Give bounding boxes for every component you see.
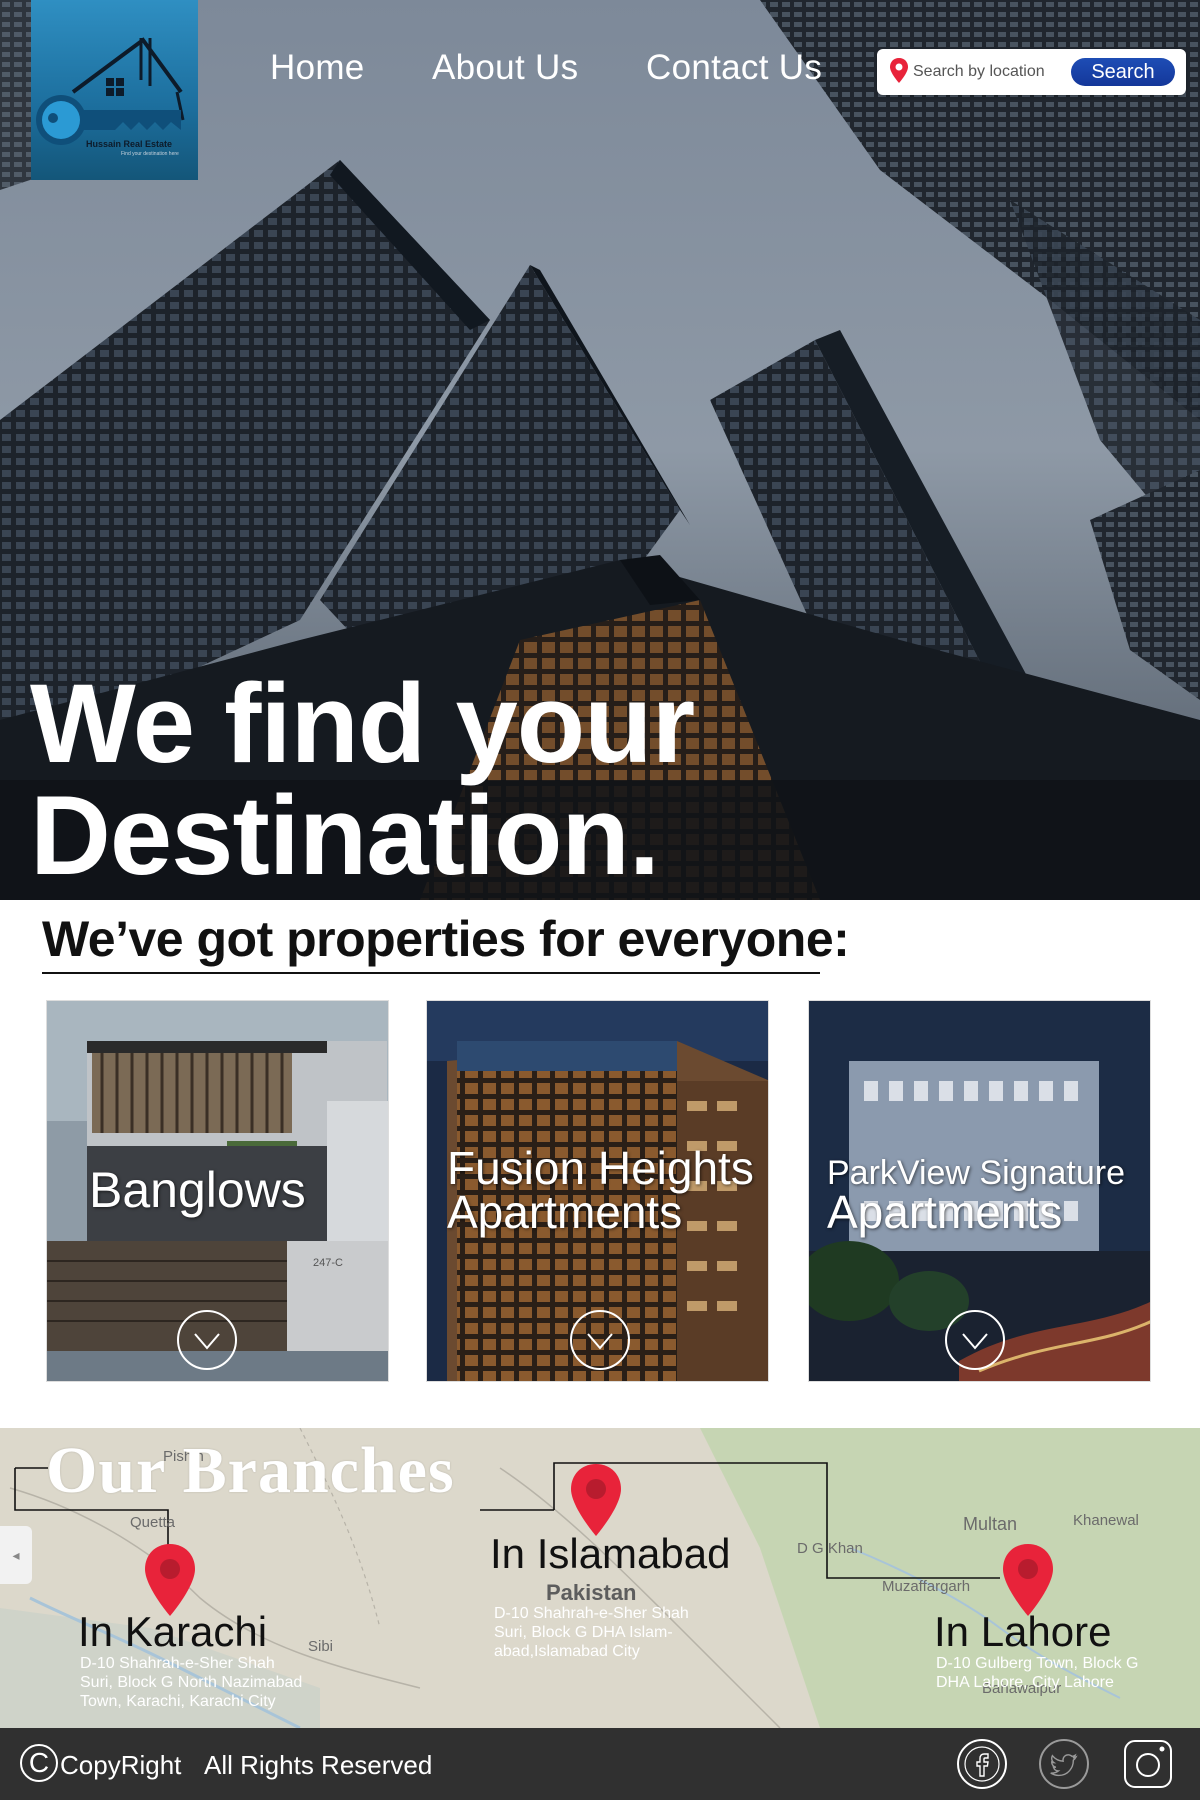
map-label-quetta: Quetta <box>130 1514 176 1531</box>
nav-about-us-link[interactable]: About Us <box>432 48 578 88</box>
hero-headline-line2: Destination. <box>30 773 660 898</box>
facebook-icon <box>957 1739 1007 1789</box>
site-footer: C CopyRight All Rights Reserved <box>0 1728 1200 1800</box>
copyright-icon: C <box>20 1744 58 1782</box>
location-pin-icon <box>890 58 908 83</box>
property-card-fusion-heights[interactable]: Fusion Heights Apartments <box>426 1000 769 1382</box>
branch-address-islamabad: D-10 Shahrah-e-Sher Shah Suri, Block G D… <box>494 1605 689 1660</box>
branch-address-lahore: D-10 Gulberg Town, Block G DHA Lahore, C… <box>936 1655 1139 1691</box>
hero-headline-line1: We find your <box>30 661 695 786</box>
branches-section: ◂ Pishin Quetta Sibi Pakistan D G Khan M… <box>0 1428 1200 1728</box>
map-label-country: Pakistan <box>546 1580 637 1605</box>
nav-contact-us-link[interactable]: Contact Us <box>646 48 822 88</box>
instagram-link[interactable] <box>1122 1738 1174 1790</box>
twitter-icon <box>1039 1739 1089 1789</box>
branch-name-islamabad: In Islamabad <box>490 1530 731 1577</box>
map-label-multan: Multan <box>963 1514 1018 1534</box>
properties-heading: We’ve got properties for everyone: <box>42 911 850 967</box>
map-label-khanewal: Khanewal <box>1073 1512 1139 1529</box>
map-label-sibi: Sibi <box>308 1638 334 1655</box>
company-logo[interactable]: Hussain Real Estate Find your destinatio… <box>31 0 198 180</box>
instagram-icon <box>1124 1740 1172 1788</box>
card-title-line2: Apartments <box>827 1186 1063 1238</box>
search-location-input[interactable] <box>913 58 1073 86</box>
property-card-banglows[interactable]: 247-C Banglows <box>46 1000 389 1382</box>
branch-name-karachi: In Karachi <box>78 1608 268 1655</box>
nav-home-link[interactable]: Home <box>270 48 365 88</box>
logo-tagline: Find your destination here <box>121 151 179 157</box>
expand-parkview-signature-button[interactable] <box>945 1310 1005 1370</box>
card-title: ParkView Signature Apartments <box>827 1156 1125 1235</box>
card-title: Banglows <box>89 1162 306 1218</box>
map-pin-icon[interactable] <box>1000 1542 1056 1618</box>
search-button[interactable]: Search <box>1071 58 1175 86</box>
card-title-line2: Apartments <box>447 1186 683 1238</box>
branches-heading: Our Branches <box>46 1434 455 1507</box>
map-pin-icon[interactable] <box>568 1462 624 1538</box>
expand-banglows-button[interactable] <box>177 1310 237 1370</box>
twitter-link[interactable] <box>1038 1738 1090 1790</box>
map-label-dgkhan: D G Khan <box>797 1540 863 1557</box>
facebook-link[interactable] <box>956 1738 1008 1790</box>
map-pin-icon[interactable] <box>142 1542 198 1618</box>
house-number-plate: 247-C <box>313 1257 343 1269</box>
chevron-down-icon <box>587 1333 613 1350</box>
hero-headline: We find your Destination. <box>30 668 930 892</box>
map-collapse-button[interactable]: ◂ <box>0 1526 32 1584</box>
properties-heading-underline <box>42 972 820 974</box>
branch-address-karachi: D-10 Shahrah-e-Sher Shah Suri, Block G N… <box>80 1655 303 1710</box>
branch-name-lahore: In Lahore <box>934 1608 1112 1655</box>
expand-fusion-heights-button[interactable] <box>570 1310 630 1370</box>
card-title: Fusion Heights Apartments <box>447 1145 754 1235</box>
house-key-logo-icon: Hussain Real Estate Find your destinatio… <box>36 37 185 157</box>
chevron-down-icon <box>194 1333 220 1350</box>
location-search-box: Search <box>877 49 1186 95</box>
chevron-down-icon <box>962 1333 988 1350</box>
property-card-parkview-signature[interactable]: ParkView Signature Apartments <box>808 1000 1151 1382</box>
rights-reserved-text: All Rights Reserved <box>204 1750 433 1780</box>
copyright-text: CopyRight <box>60 1750 182 1780</box>
logo-text: Hussain Real Estate <box>86 139 172 149</box>
hero-section: Hussain Real Estate Find your destinatio… <box>0 0 1200 900</box>
map-label-muzaffargarh: Muzaffargarh <box>882 1578 971 1595</box>
